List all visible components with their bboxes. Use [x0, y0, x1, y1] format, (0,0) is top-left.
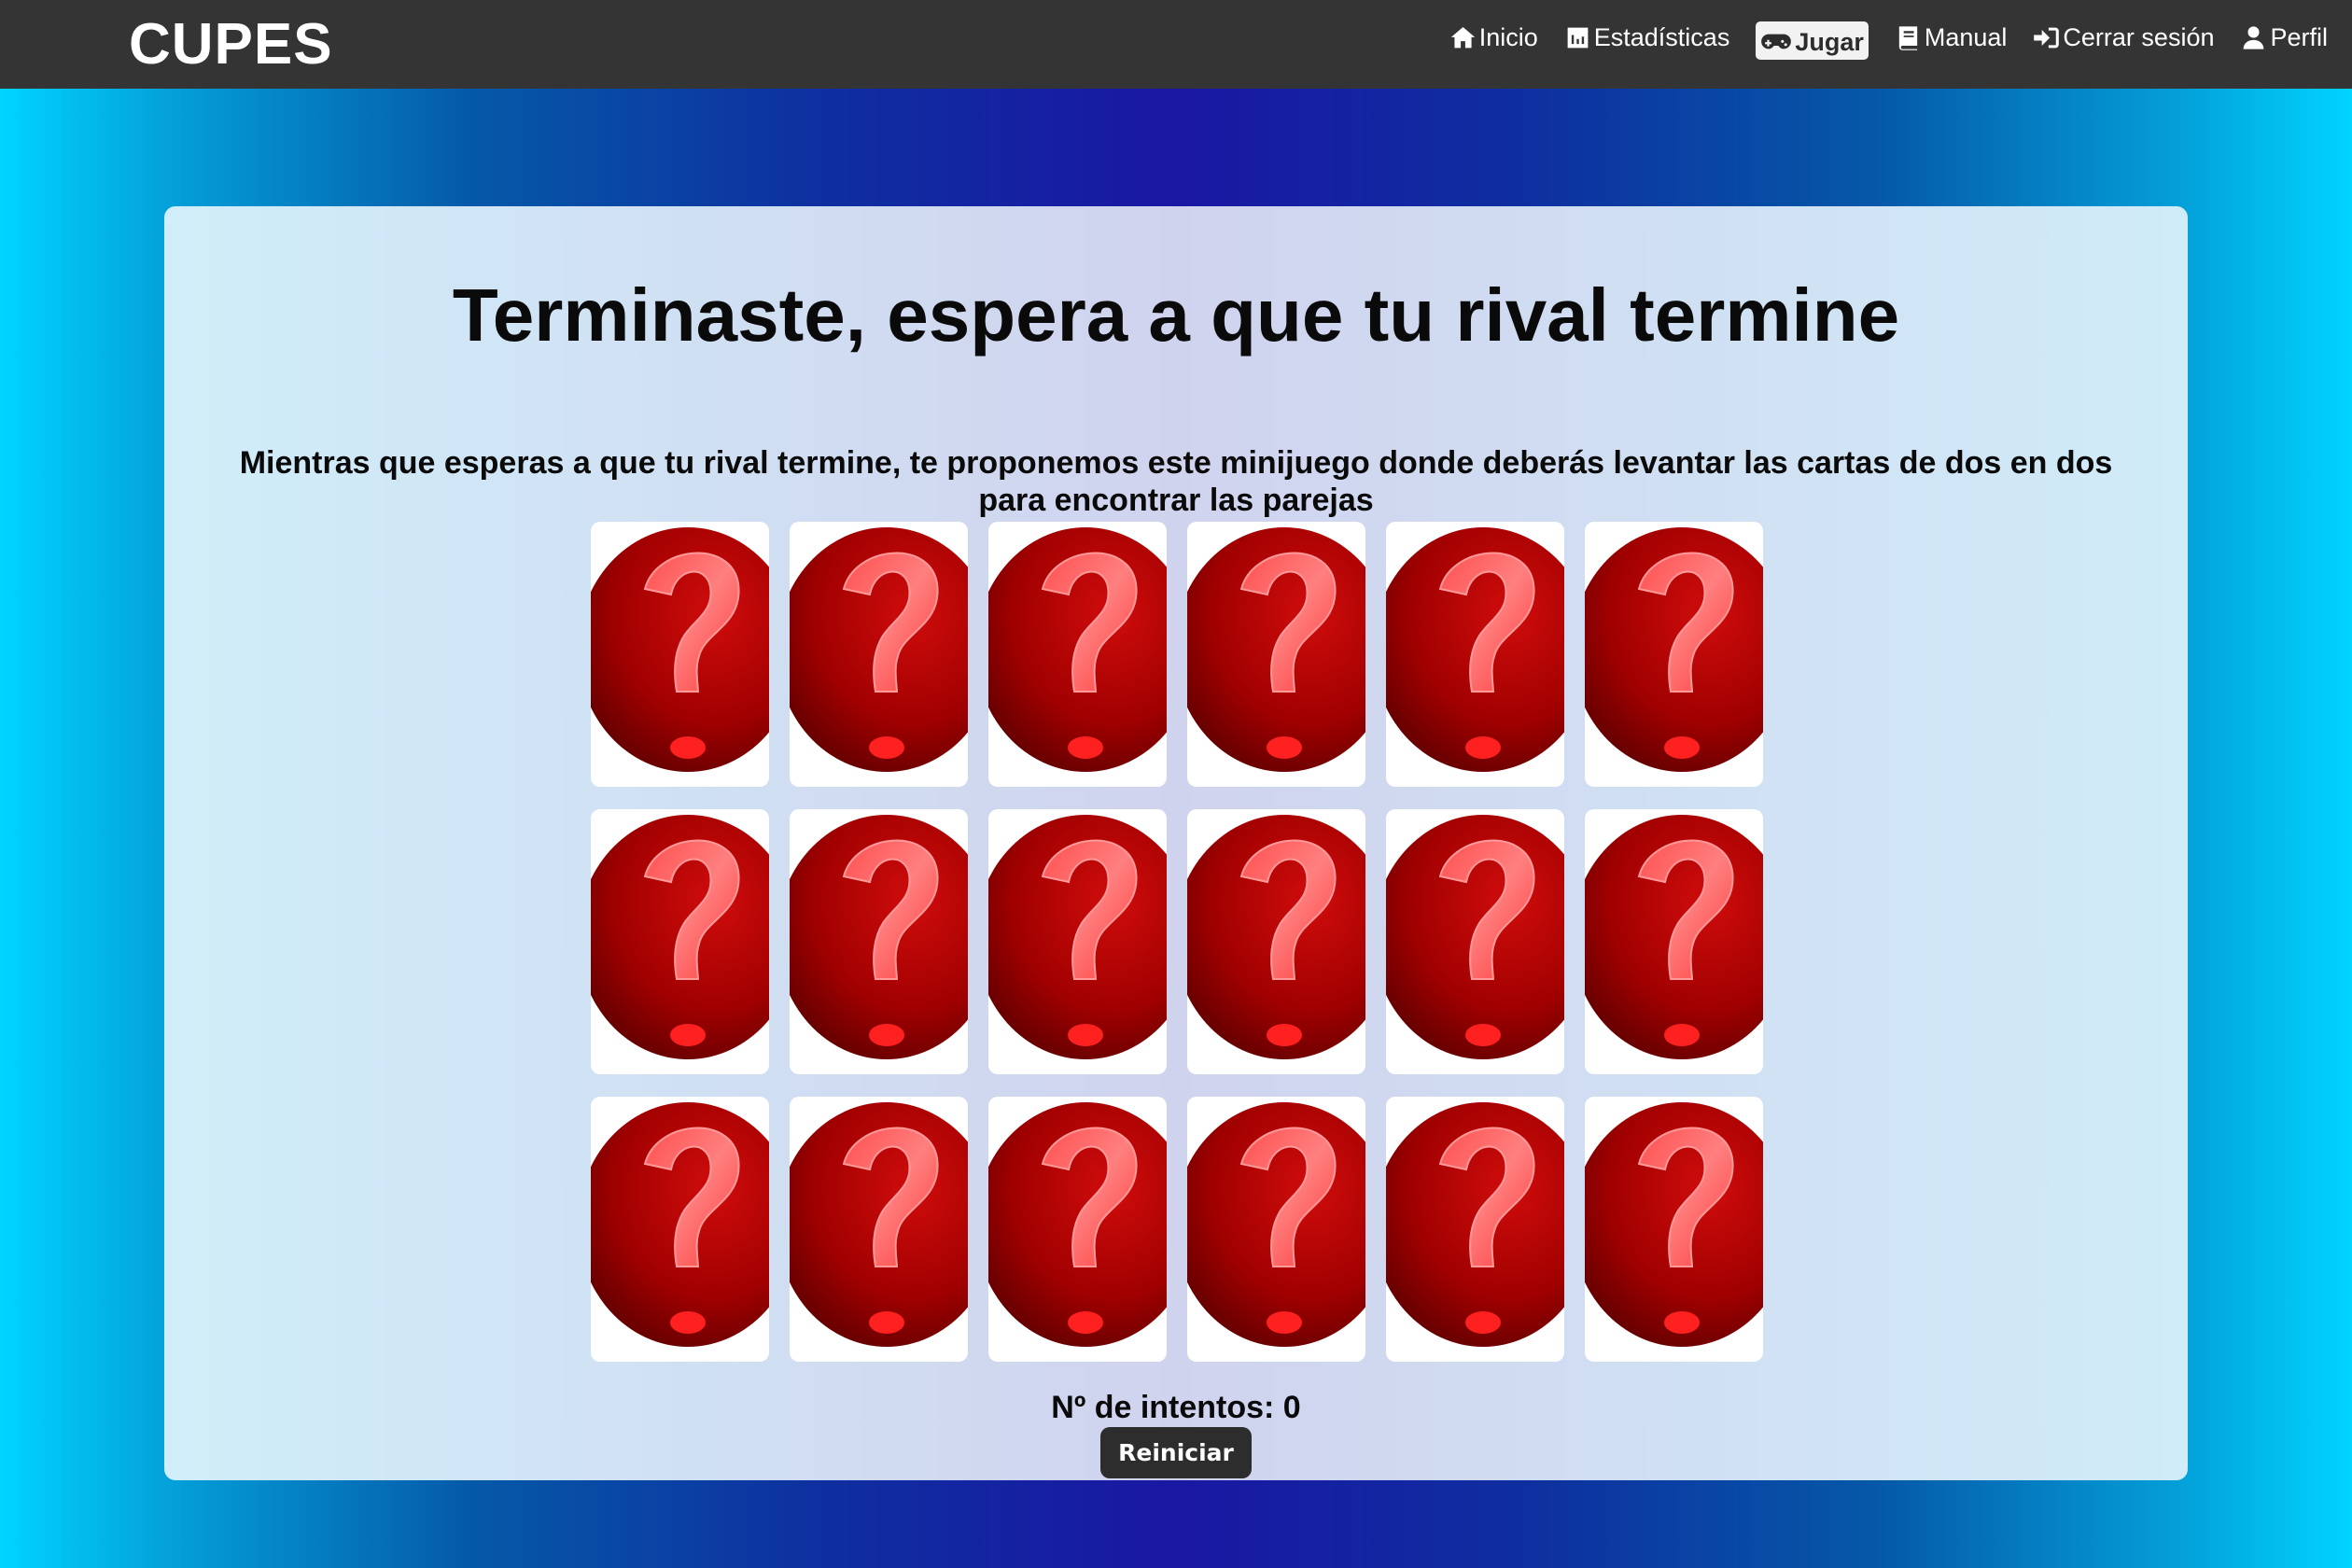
nav-item-manual[interactable]: Manual [1895, 21, 2008, 54]
game-instructions: Mientras que esperas a que tu rival term… [239, 445, 2113, 518]
gamepad-icon [1761, 34, 1792, 49]
question-mark-icon [988, 815, 1167, 1059]
brand-logo[interactable]: CUPES [129, 9, 333, 79]
nav-label: Estadísticas [1593, 23, 1730, 51]
question-mark-icon [591, 1102, 769, 1347]
memory-card[interactable] [1585, 1097, 1763, 1362]
question-mark-icon [988, 1102, 1167, 1347]
question-mark-icon [1585, 815, 1763, 1059]
nav-label: Manual [1924, 23, 2008, 51]
nav-label: Perfil [2270, 23, 2328, 51]
book-icon [1898, 25, 1918, 50]
question-mark-icon [790, 1102, 968, 1347]
sign-out-icon [2034, 27, 2060, 48]
memory-card[interactable] [1187, 522, 1365, 787]
memory-card[interactable] [790, 1097, 968, 1362]
question-mark-icon [1187, 527, 1365, 772]
memory-card[interactable] [1386, 1097, 1564, 1362]
restart-button[interactable]: Reiniciar [1100, 1427, 1252, 1478]
question-mark-icon [591, 527, 769, 772]
nav-item-cerrar-sesion[interactable]: Cerrar sesión [2033, 21, 2214, 54]
nav-label: Jugar [1795, 27, 1864, 56]
question-mark-icon [790, 815, 968, 1059]
memory-card[interactable] [591, 809, 769, 1074]
memory-card[interactable] [1386, 522, 1564, 787]
question-mark-icon [591, 815, 769, 1059]
memory-card[interactable] [1386, 809, 1564, 1074]
nav-item-jugar[interactable]: Jugar [1756, 21, 1869, 60]
user-icon [2244, 25, 2264, 49]
memory-card[interactable] [988, 1097, 1167, 1362]
chart-icon [1567, 27, 1589, 48]
home-icon [1450, 26, 1475, 48]
question-mark-icon [988, 527, 1167, 772]
question-mark-icon [1386, 1102, 1564, 1347]
nav-label: Inicio [1478, 23, 1538, 51]
question-mark-icon [1585, 1102, 1763, 1347]
question-mark-icon [1386, 815, 1564, 1059]
memory-game-board [591, 522, 1763, 1362]
memory-card[interactable] [790, 809, 968, 1074]
memory-card[interactable] [1585, 522, 1763, 787]
memory-card[interactable] [1187, 809, 1365, 1074]
nav-item-estadisticas[interactable]: Estadísticas [1564, 21, 1730, 54]
nav-label: Cerrar sesión [2063, 23, 2215, 51]
question-mark-icon [1585, 527, 1763, 772]
memory-card[interactable] [1585, 809, 1763, 1074]
nav-item-inicio[interactable]: Inicio [1449, 21, 1538, 54]
memory-card[interactable] [591, 1097, 769, 1362]
attempts-counter: Nº de intentos: 0 [1051, 1390, 1301, 1425]
navbar: CUPES Inicio Estadísticas Jugar Manual C… [0, 0, 2352, 89]
memory-card[interactable] [988, 522, 1167, 787]
memory-card[interactable] [988, 809, 1167, 1074]
page-title: Terminaste, espera a que tu rival termin… [452, 273, 1900, 357]
question-mark-icon [790, 527, 968, 772]
nav-links: Inicio Estadísticas Jugar Manual Cerrar … [1449, 19, 2328, 60]
memory-card[interactable] [1187, 1097, 1365, 1362]
memory-card[interactable] [790, 522, 968, 787]
nav-item-perfil[interactable]: Perfil [2240, 21, 2328, 54]
question-mark-icon [1386, 527, 1564, 772]
question-mark-icon [1187, 815, 1365, 1059]
question-mark-icon [1187, 1102, 1365, 1347]
memory-card[interactable] [591, 522, 769, 787]
